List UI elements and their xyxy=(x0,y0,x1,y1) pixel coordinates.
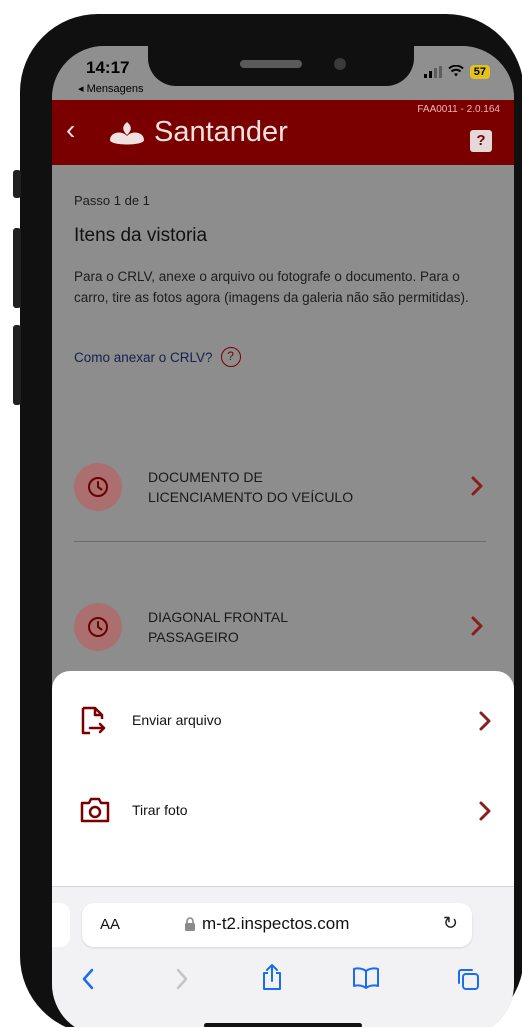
app-header: ‹ Santander FAA0011 - 2.0.164 ? xyxy=(52,100,514,165)
camera-icon xyxy=(80,797,110,823)
address-bar[interactable]: AA m-t2.inspectos.com ↻ xyxy=(82,903,472,947)
browser-toolbar: AA m-t2.inspectos.com ↻ xyxy=(52,886,514,1027)
url-text: m-t2.inspectos.com xyxy=(202,914,350,933)
wifi-icon xyxy=(448,64,464,80)
help-button[interactable]: ? xyxy=(470,130,492,152)
how-to-attach-label: Como anexar o CRLV? xyxy=(74,349,213,365)
santander-logo: Santander xyxy=(108,116,288,149)
status-icons: 57 xyxy=(423,64,490,80)
inspection-item-label: DIAGONAL FRONTAL PASSAGEIRO xyxy=(148,609,289,645)
phone-notch xyxy=(148,46,414,86)
chevron-right-icon xyxy=(471,476,483,496)
file-upload-icon xyxy=(81,706,106,735)
chevron-right-icon xyxy=(479,711,491,731)
take-photo-option[interactable]: Tirar foto xyxy=(52,776,514,846)
lock-icon xyxy=(185,917,195,931)
item-divider xyxy=(74,541,486,542)
clock-icon xyxy=(74,603,122,651)
take-photo-label: Tirar foto xyxy=(132,802,188,818)
screen: 14:17 ◂ Mensagens 57 ‹ Santander FAA0011… xyxy=(52,46,514,1027)
browser-back-icon[interactable] xyxy=(80,967,96,991)
app-version: FAA0011 - 2.0.164 xyxy=(417,104,500,115)
action-sheet: Enviar arquivo Tirar foto xyxy=(52,671,514,886)
volume-up-button xyxy=(13,228,21,308)
inspection-item-diagonal-frontal[interactable]: DIAGONAL FRONTAL PASSAGEIRO xyxy=(74,587,486,667)
send-file-option[interactable]: Enviar arquivo xyxy=(52,686,514,756)
back-to-app-link[interactable]: ◂ Mensagens xyxy=(78,82,143,95)
step-indicator: Passo 1 de 1 xyxy=(74,193,150,208)
share-icon[interactable] xyxy=(260,963,284,991)
chevron-right-icon xyxy=(471,616,483,636)
battery-icon: 57 xyxy=(469,65,490,79)
question-icon: ? xyxy=(220,347,241,367)
signal-icon xyxy=(423,66,442,78)
bookmarks-icon[interactable] xyxy=(352,967,380,989)
text-size-button[interactable]: AA xyxy=(100,916,120,933)
send-file-label: Enviar arquivo xyxy=(132,712,222,728)
status-time: 14:17 xyxy=(86,58,130,77)
flame-icon xyxy=(110,121,144,144)
reload-icon[interactable]: ↻ xyxy=(443,913,458,934)
volume-down-button xyxy=(13,325,21,405)
clock-icon xyxy=(74,463,122,511)
brand-name: Santander xyxy=(154,116,288,148)
back-chevron-icon[interactable]: ‹ xyxy=(66,114,75,146)
browser-forward-icon[interactable] xyxy=(174,967,190,991)
speaker-grille xyxy=(240,60,302,68)
previous-tab-peek[interactable] xyxy=(52,903,70,947)
instructions-text: Para o CRLV, anexe o arquivo ou fotograf… xyxy=(74,269,469,305)
how-to-attach-link[interactable]: Como anexar o CRLV? ? xyxy=(74,347,241,367)
page-title: Itens da vistoria xyxy=(74,225,208,246)
chevron-right-icon xyxy=(479,801,491,821)
tabs-icon[interactable] xyxy=(456,967,480,991)
front-camera xyxy=(334,58,346,70)
inspection-item-label: DOCUMENTO DE LICENCIAMENTO DO VEÍCULO xyxy=(148,469,354,505)
home-indicator xyxy=(204,1023,362,1027)
silent-switch xyxy=(13,170,21,198)
inspection-item-crlv[interactable]: DOCUMENTO DE LICENCIAMENTO DO VEÍCULO xyxy=(74,447,486,527)
